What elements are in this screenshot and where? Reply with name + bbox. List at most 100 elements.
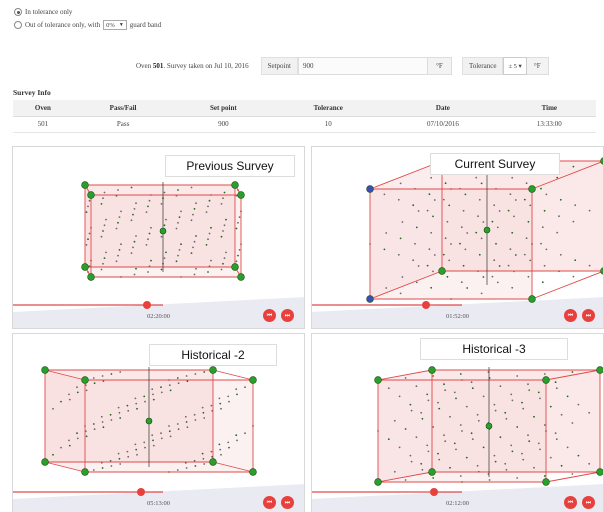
sensor-dot [459, 424, 462, 426]
sensor-dot [147, 205, 149, 208]
sensor-dot [480, 292, 483, 295]
current-survey-panel[interactable]: Current Survey 01:52:00 ⏮ ⏭ [311, 146, 604, 329]
sensor-dot [477, 419, 480, 422]
cube-side-face [85, 185, 91, 277]
next-frame-button[interactable]: ⏭ [582, 309, 595, 322]
sensor-dot [577, 403, 580, 406]
sensor-dot [100, 235, 103, 238]
sensor-dot [417, 265, 420, 267]
sensor-dot [237, 221, 239, 224]
next-frame-button[interactable]: ⏭ [281, 309, 294, 322]
previous-frame-button[interactable]: ⏮ [263, 496, 276, 509]
sensor-dot [185, 467, 188, 469]
sensor-dot [130, 219, 133, 222]
sensor-dot [470, 432, 473, 435]
sensor-dot [238, 249, 241, 251]
sensor-dot [148, 199, 151, 202]
previous-frame-button[interactable]: ⏮ [564, 496, 577, 509]
sensor-dot [203, 371, 206, 373]
sensor-dot [529, 204, 532, 207]
sensor-dot [420, 411, 423, 414]
sensor-dot [133, 273, 136, 276]
sensor-dot [478, 198, 481, 201]
sensor-dot [443, 434, 445, 437]
sensor-dot [399, 292, 402, 295]
sensor-dot [175, 260, 178, 263]
sensor-dot [455, 448, 457, 451]
sensor-dot [437, 452, 439, 455]
in-tolerance-option[interactable]: In tolerance only [14, 8, 72, 16]
sensor-dot [205, 211, 208, 213]
tolerance-select[interactable]: ± 5 ▾ [503, 57, 527, 75]
sensor-dot [208, 199, 211, 202]
sensor-dot [426, 209, 429, 212]
sensor-dot [533, 466, 535, 469]
previous-survey-panel[interactable]: Previous Survey 02:20:00 ⏮ ⏭ [12, 146, 305, 329]
cube-scene[interactable] [312, 334, 604, 512]
sensor-dot [152, 398, 155, 401]
sensor-dot [195, 235, 197, 237]
sensor-dot [110, 373, 113, 375]
tolerance-unit: °F [526, 57, 549, 75]
corner-sensor-node [528, 295, 536, 303]
previous-frame-button[interactable]: ⏮ [564, 309, 577, 322]
sensor-dot [465, 456, 468, 459]
corner-sensor-node [366, 295, 374, 303]
next-frame-button[interactable]: ⏭ [281, 496, 294, 509]
corner-sensor-node [542, 376, 550, 384]
panel-time: 01:52:00 [445, 313, 470, 320]
sensor-dot [541, 226, 544, 229]
sensor-dot [428, 193, 431, 196]
sensor-dot [163, 191, 166, 194]
sensor-dot [449, 415, 451, 418]
sensor-dot [421, 468, 424, 471]
corner-sensor-node [81, 376, 89, 384]
sensor-dot [385, 287, 388, 289]
sensor-dot [193, 273, 196, 276]
sensor-dot [404, 377, 407, 379]
sensor-dot [446, 220, 449, 223]
sensor-dot [464, 248, 467, 251]
sensor-dot [52, 407, 54, 410]
previous-frame-button[interactable]: ⏮ [263, 309, 276, 322]
historical-2-panel[interactable]: Historical -2 05:13:00 ⏮ ⏭ [12, 333, 305, 512]
sensor-dot [385, 232, 388, 234]
sensor-dot [118, 216, 121, 218]
sensor-dot [202, 411, 205, 414]
sensor-dot [100, 415, 103, 418]
sensor-dot [102, 262, 104, 265]
out-of-tolerance-option[interactable]: Out of tolerance only, with 0% ▼ guard b… [14, 20, 161, 30]
sensor-dot [476, 464, 479, 467]
sensor-dot [151, 388, 154, 391]
sensor-dot [511, 231, 514, 234]
sensor-dot [399, 237, 402, 240]
historical-3-panel[interactable]: Historical -3 02:12:00 ⏮ ⏭ [311, 333, 604, 512]
sensor-dot [426, 264, 429, 267]
sensor-dot [398, 395, 401, 398]
setpoint-input[interactable]: 900 [297, 57, 428, 75]
sensor-dot [92, 423, 95, 425]
corner-sensor-node [41, 458, 49, 466]
sensor-dot [393, 470, 396, 473]
sensor-dot [482, 395, 485, 398]
sensor-dot [516, 477, 519, 479]
guard-band-select[interactable]: 0% ▼ [103, 20, 127, 30]
sensor-dot [528, 389, 531, 392]
sensor-dot [222, 230, 224, 232]
sensor-dot [208, 232, 211, 235]
in-tolerance-radio[interactable] [14, 8, 22, 16]
corner-sensor-node [428, 366, 436, 374]
sensor-dot [193, 208, 196, 210]
sensor-dot [136, 407, 138, 410]
next-frame-button[interactable]: ⏭ [582, 496, 595, 509]
sensor-dot [130, 252, 133, 254]
tolerance-label: Tolerance [461, 57, 504, 75]
sensor-dot [143, 395, 146, 398]
out-of-tolerance-radio[interactable] [14, 21, 22, 29]
sensor-dot [219, 402, 222, 405]
setpoint-label: Setpoint [260, 57, 298, 75]
sensor-dot [432, 270, 434, 273]
sensor-dot [541, 281, 544, 284]
sensor-dot [160, 268, 163, 271]
sensor-dot [194, 419, 197, 421]
